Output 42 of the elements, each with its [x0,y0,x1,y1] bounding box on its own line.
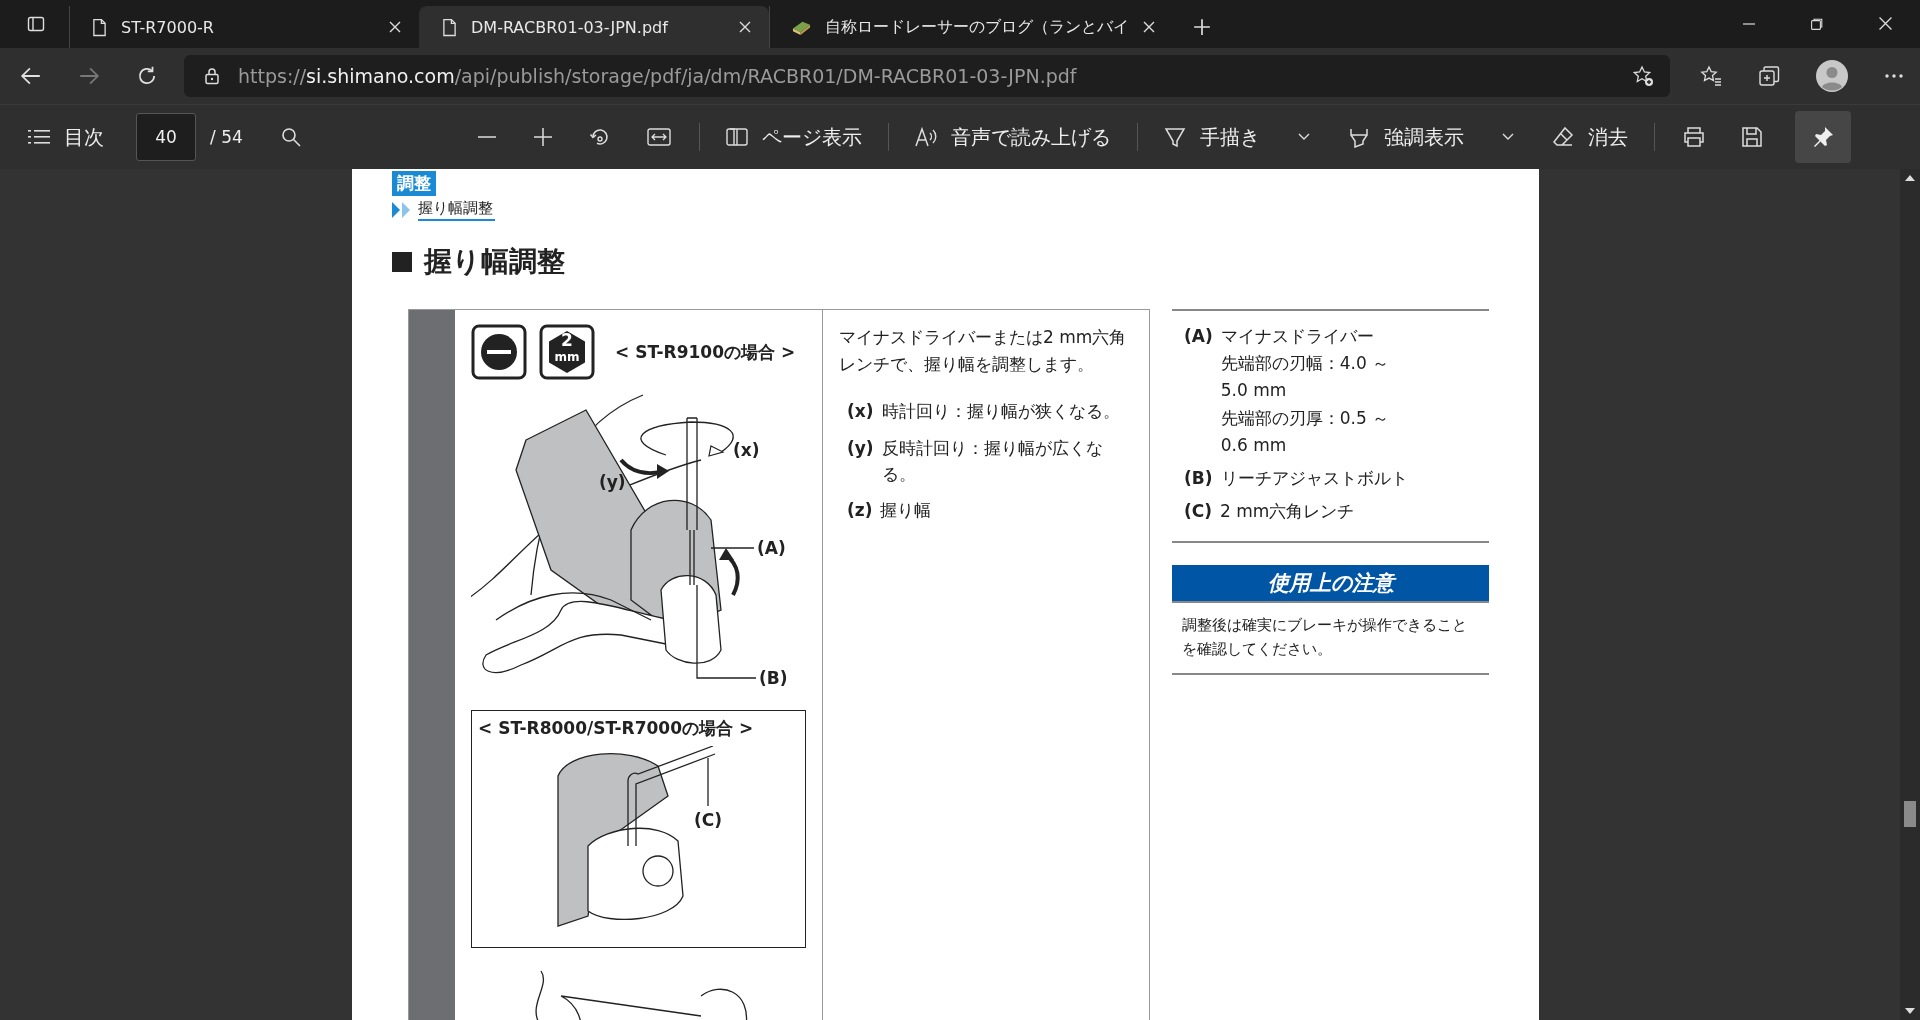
page-total: / 54 [210,127,243,147]
browser-tab[interactable]: DM-RACBR01-03-JPN.pdf [419,6,769,48]
contents-button[interactable]: 目次 [18,117,114,157]
caution-banner: 使用上の注意 [1172,565,1489,604]
toolbar-button[interactable]: 手描き [1153,117,1326,157]
step-marker: (z) [847,499,873,523]
toolbar-button[interactable]: 強調表示 [1337,117,1530,157]
section-tag: 調整 [392,171,436,196]
callout-label: (B) [759,668,788,688]
step-marker: (y) [847,436,874,460]
part-marker: (A) [1184,325,1213,348]
part-description: 先端部の刃厚：0.5 ～ 0.6 mm [1220,406,1391,457]
page-number-field[interactable]: 40 [136,113,196,161]
part-marker: (C) [1184,500,1212,524]
toolbar-button[interactable]: 音声で読み上げる [904,117,1121,157]
url-text: https://si.shimano.com/api/publish/storage/pdf/ja/dm/RACBR01/DM-RACBR01-03-JPN.pdf [238,65,1077,87]
instruction-text: マイナスドライバーまたは2 mm六角レンチで、握り幅を調整します。 [839,326,1128,377]
callout-label: (x) [733,440,760,460]
breadcrumb-link[interactable]: 握り幅調整 [418,199,495,221]
part-description: 先端部の刃幅：4.0 ～ 5.0 mm [1220,352,1391,403]
step-text: 握り幅 [880,499,932,523]
part-description: マイナスドライバー [1220,325,1375,348]
tab-title: 自称ロードレーサーのブログ（ランとバイ [825,16,1129,38]
tab-title: ST-R7000-R [121,17,215,37]
figure-caption: < ST-R8000/ST-R7000の場合 > [478,717,754,740]
toolbar-button[interactable]: 消去 [1541,117,1638,157]
address-bar[interactable]: https://si.shimano.com/api/publish/storage/pdf/ja/dm/RACBR01/DM-RACBR01-03-JPN.pdf [184,55,1670,97]
callout-label: (C) [694,810,722,830]
part-description: リーチアジャストボルト [1220,466,1408,490]
hex-wrench-size-icon: 2 mm [539,324,595,380]
section-heading: 握り幅調整 [424,244,565,280]
figure-caption: < ST-R9100の場合 > [615,340,796,364]
part-marker: (B) [1184,466,1213,490]
callout-label: (y) [599,472,626,492]
tab-title: DM-RACBR01-03-JPN.pdf [471,17,670,37]
step-text: 時計回り：握り幅が狭くなる。 [881,400,1120,424]
toolbar-button[interactable]: ページ表示 [715,117,872,157]
step-marker: (x) [847,400,874,424]
callout-label: (A) [757,538,786,558]
step-text: 反時計回り：握り幅が広くなる。 [881,436,1104,487]
part-description: 2 mm六角レンチ [1220,500,1355,524]
caution-text: 調整後は確実にブレーキが操作できることを確認してください。 [1172,603,1489,676]
